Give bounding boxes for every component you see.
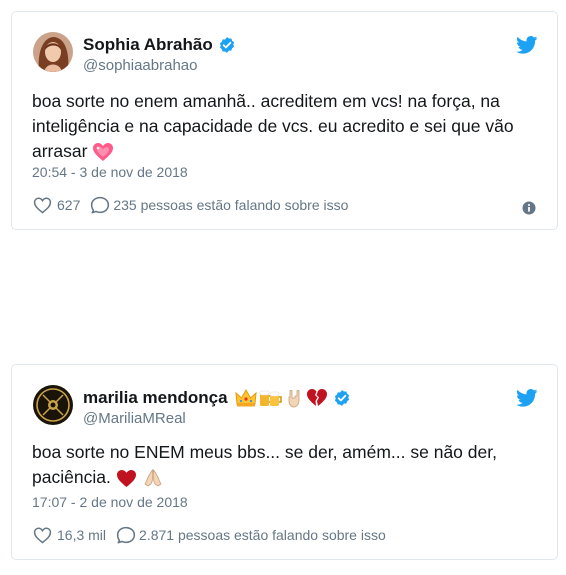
speech-bubble-icon	[91, 196, 110, 214]
rock-on-hand-icon	[288, 389, 299, 408]
like-button[interactable]: 627	[33, 196, 80, 214]
tweet-actions: 627 235 pessoas estão falando sobre isso	[33, 196, 348, 214]
beer-mugs-icon	[259, 390, 282, 406]
tweet-card: Sophia Abrahão @sophiaabrahao boa sorte …	[11, 11, 558, 230]
reply-button[interactable]: 235 pessoas estão falando sobre isso	[90, 196, 348, 214]
speech-bubble-icon	[116, 526, 136, 544]
verified-badge-icon	[334, 390, 349, 406]
tweet-card: marilia mendonça @MariliaMReal boa sorte…	[11, 364, 558, 560]
tweet-timestamp[interactable]: 20:54 - 3 de nov de 2018	[32, 164, 188, 180]
avatar[interactable]	[33, 385, 73, 425]
twitter-bird-icon[interactable]	[516, 389, 538, 407]
tweet-text: boa sorte no ENEM meus bbs... se der, am…	[32, 442, 497, 487]
conversation-count: 2.871 pessoas estão falando sobre isso	[139, 527, 386, 543]
heart-icon	[33, 197, 52, 214]
tweet-actions: 16,3 mil 2.871 pessoas estão falando sob…	[33, 526, 386, 544]
conversation-count: 235 pessoas estão falando sobre isso	[113, 197, 349, 213]
user-handle[interactable]: @sophiaabrahao	[83, 57, 197, 74]
sparkling-heart-icon	[93, 143, 114, 162]
reply-button[interactable]: 2.871 pessoas estão falando sobre isso	[116, 526, 386, 544]
folded-hands-icon	[144, 469, 162, 487]
twitter-bird-icon[interactable]	[516, 36, 538, 54]
like-count: 16,3 mil	[57, 527, 107, 543]
avatar[interactable]	[33, 32, 73, 72]
heart-icon	[33, 527, 52, 544]
display-name[interactable]: Sophia Abrahão	[83, 35, 213, 55]
info-icon[interactable]	[522, 201, 536, 215]
like-count: 627	[57, 197, 81, 213]
user-handle[interactable]: @MariliaMReal	[83, 410, 186, 427]
broken-heart-icon	[306, 389, 327, 406]
like-button[interactable]: 16,3 mil	[33, 526, 106, 544]
crown-icon	[234, 388, 257, 407]
display-name[interactable]: marilia mendonça	[83, 388, 228, 408]
verified-badge-icon	[219, 37, 234, 53]
name-emoji-group	[234, 388, 328, 408]
tweet-text: boa sorte no enem amanhã.. acreditem em …	[32, 91, 514, 162]
red-heart-icon	[116, 469, 136, 487]
tweet-timestamp[interactable]: 17:07 - 2 de nov de 2018	[32, 494, 188, 510]
